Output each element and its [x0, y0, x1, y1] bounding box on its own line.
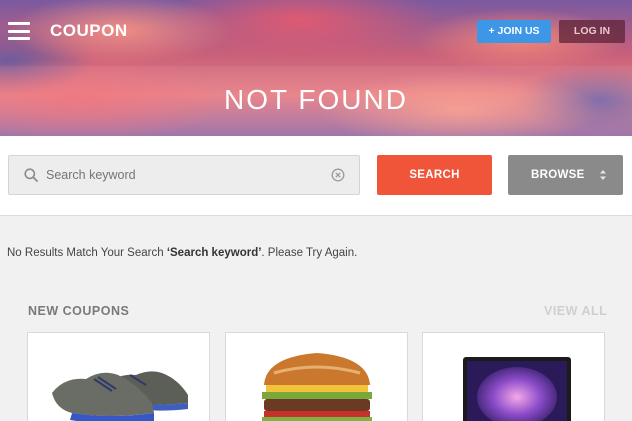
laptop-image	[463, 357, 571, 421]
search-button[interactable]: SEARCH	[377, 155, 492, 195]
new-coupons-heading: NEW COUPONS	[28, 304, 130, 318]
hamburger-menu-icon[interactable]	[8, 22, 30, 40]
join-us-button[interactable]: + JOIN US	[477, 20, 551, 43]
no-results-prefix: No Results Match Your Search	[7, 247, 167, 259]
search-input[interactable]	[46, 156, 316, 194]
search-box	[8, 155, 360, 195]
search-query-text: ‘Search keyword’	[166, 247, 262, 259]
browse-dropdown[interactable]: BROWSE	[508, 155, 623, 195]
no-results-message: No Results Match Your Search ‘Search key…	[7, 247, 357, 259]
hero-banner: COUPON + JOIN US LOG IN NOT FOUND	[0, 0, 632, 136]
login-button[interactable]: LOG IN	[559, 20, 625, 43]
coupon-card[interactable]	[422, 332, 605, 421]
coupon-card[interactable]	[225, 332, 408, 421]
sort-updown-icon	[600, 170, 606, 180]
view-all-link[interactable]: VIEW ALL	[544, 304, 607, 318]
no-results-suffix: . Please Try Again.	[261, 247, 358, 259]
sneakers-image	[52, 371, 188, 421]
search-icon	[24, 168, 38, 182]
browse-label: BROWSE	[531, 169, 585, 181]
brand-logo[interactable]: COUPON	[50, 21, 128, 41]
clear-search-icon[interactable]	[331, 168, 345, 182]
coupon-card[interactable]	[27, 332, 210, 421]
burger-image	[262, 353, 372, 421]
search-bar: SEARCH BROWSE	[0, 136, 632, 216]
page-title: NOT FOUND	[224, 84, 408, 115]
